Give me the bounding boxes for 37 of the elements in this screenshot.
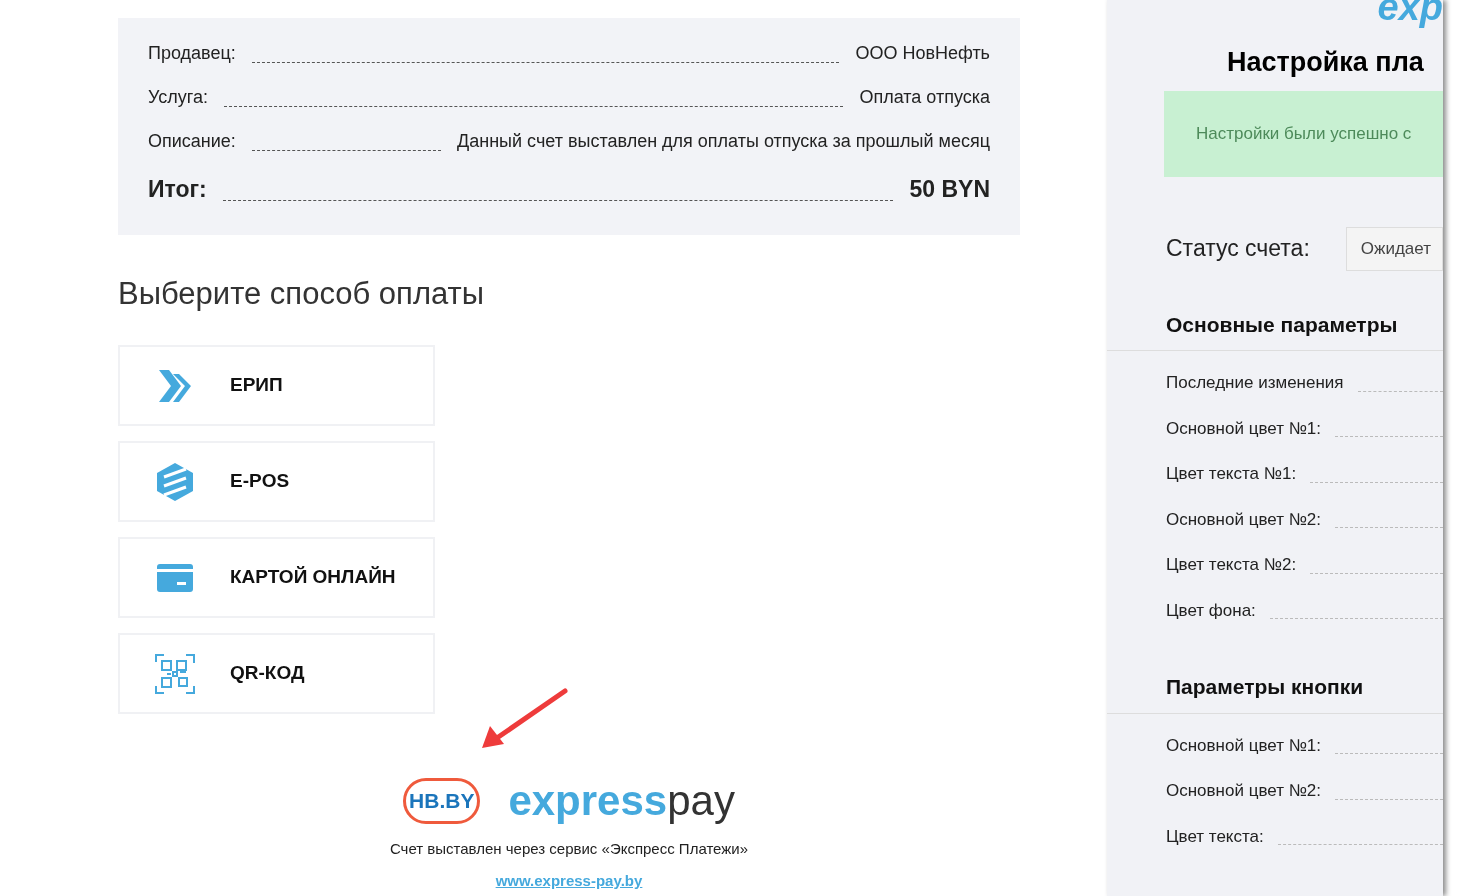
invoice-value: ООО НовНефть	[855, 42, 990, 65]
invoice-label: Описание:	[148, 130, 236, 153]
partner-logo: HB.BY	[403, 778, 481, 824]
chevrons-icon	[157, 367, 193, 404]
qr-code-icon	[155, 653, 195, 694]
service-note: Счет выставлен через сервис «Экспресс Платежи»	[389, 838, 749, 859]
section-heading: Выберите способ оплаты	[118, 274, 485, 313]
total-label: Итог:	[148, 175, 207, 204]
setting-label: Основной цвет №1:	[1166, 417, 1322, 440]
setting-label: Цвет текста:	[1166, 825, 1264, 848]
hexagon-logo-icon	[156, 461, 194, 502]
payment-method-button[interactable]: E-POS	[118, 441, 435, 522]
payment-method-button[interactable]: ЕРИП	[118, 345, 435, 426]
invoice-value: Оплата отпуска	[859, 86, 990, 109]
payment-method-button[interactable]: QR-КОД	[118, 633, 435, 714]
invoice-label: Услуга:	[148, 86, 208, 109]
setting-label: Цвет фона:	[1166, 599, 1256, 622]
setting-label: Основной цвет №2:	[1166, 508, 1322, 531]
total-value: 50 BYN	[909, 175, 990, 204]
setting-label: Цвет текста №1:	[1166, 463, 1297, 485]
settings-title: Настройка пла	[1226, 46, 1425, 79]
payment-method-button[interactable]: КАРТОЙ ОНЛАЙН	[118, 537, 435, 618]
panel-logo: exp	[1377, 0, 1443, 26]
setting-label: Основной цвет №1:	[1166, 734, 1322, 757]
status-select[interactable]: Ожидает	[1345, 226, 1443, 271]
card-icon	[157, 563, 193, 592]
arrow-icon	[480, 688, 568, 750]
invoice-label: Продавец:	[148, 42, 236, 65]
status-label: Статус счета:	[1166, 234, 1310, 264]
section-title: Основные параметры	[1107, 308, 1443, 351]
section-title: Параметры кнопки	[1107, 671, 1443, 714]
setting-label: Основной цвет №2:	[1166, 780, 1322, 802]
success-alert: Настройки были успешно с	[1164, 90, 1443, 177]
setting-label: Цвет текста №2:	[1166, 554, 1297, 576]
invoice-value: Данный счет выставлен для оплаты отпуска за прошлый месяц	[457, 130, 990, 153]
setting-label: Последние изменения	[1166, 372, 1344, 394]
brand-logo: expresspay	[508, 779, 735, 822]
